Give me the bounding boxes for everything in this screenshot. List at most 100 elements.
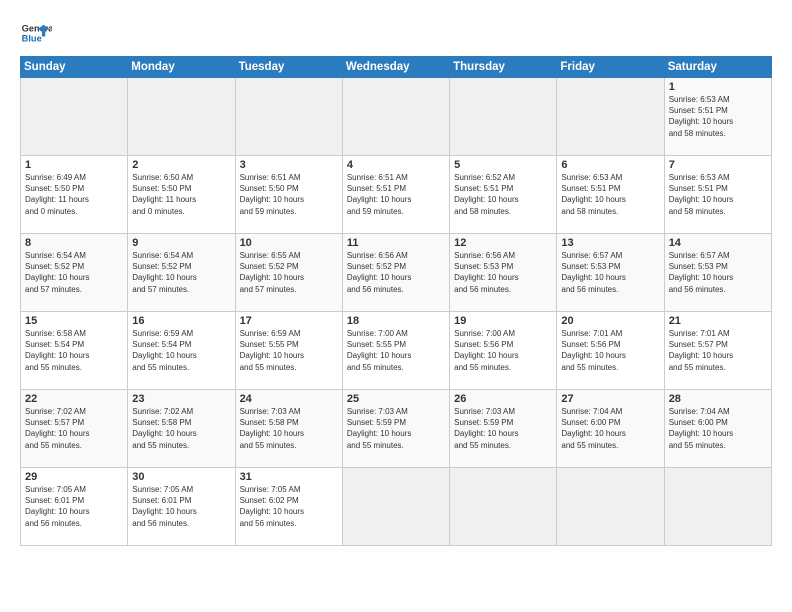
calendar-cell [21, 78, 128, 156]
calendar-cell: 20Sunrise: 7:01 AMSunset: 5:56 PMDayligh… [557, 312, 664, 390]
calendar-cell: 7Sunrise: 6:53 AMSunset: 5:51 PMDaylight… [664, 156, 771, 234]
day-number: 18 [347, 315, 445, 327]
calendar-week-row: 1Sunrise: 6:53 AMSunset: 5:51 PMDaylight… [21, 78, 772, 156]
day-number: 3 [240, 159, 338, 171]
calendar-cell: 13Sunrise: 6:57 AMSunset: 5:53 PMDayligh… [557, 234, 664, 312]
calendar-cell [664, 468, 771, 546]
day-info: Sunrise: 6:49 AMSunset: 5:50 PMDaylight:… [25, 172, 123, 217]
day-number: 31 [240, 471, 338, 483]
day-number: 27 [561, 393, 659, 405]
calendar-cell: 2Sunrise: 6:50 AMSunset: 5:50 PMDaylight… [128, 156, 235, 234]
calendar-cell: 27Sunrise: 7:04 AMSunset: 6:00 PMDayligh… [557, 390, 664, 468]
calendar-body: 1Sunrise: 6:53 AMSunset: 5:51 PMDaylight… [21, 78, 772, 546]
logo-icon: General Blue [20, 18, 52, 50]
logo: General Blue [20, 18, 54, 50]
weekday-header-cell: Thursday [450, 57, 557, 78]
weekday-header-cell: Wednesday [342, 57, 449, 78]
day-number: 21 [669, 315, 767, 327]
calendar-cell: 31Sunrise: 7:05 AMSunset: 6:02 PMDayligh… [235, 468, 342, 546]
day-info: Sunrise: 6:53 AMSunset: 5:51 PMDaylight:… [669, 172, 767, 217]
day-number: 8 [25, 237, 123, 249]
day-number: 1 [25, 159, 123, 171]
calendar-cell: 19Sunrise: 7:00 AMSunset: 5:56 PMDayligh… [450, 312, 557, 390]
day-number: 11 [347, 237, 445, 249]
day-number: 1 [669, 81, 767, 93]
day-number: 13 [561, 237, 659, 249]
calendar-cell: 21Sunrise: 7:01 AMSunset: 5:57 PMDayligh… [664, 312, 771, 390]
day-info: Sunrise: 6:56 AMSunset: 5:53 PMDaylight:… [454, 250, 552, 295]
day-number: 2 [132, 159, 230, 171]
day-number: 6 [561, 159, 659, 171]
weekday-header-cell: Monday [128, 57, 235, 78]
calendar-cell: 9Sunrise: 6:54 AMSunset: 5:52 PMDaylight… [128, 234, 235, 312]
day-number: 4 [347, 159, 445, 171]
day-info: Sunrise: 6:52 AMSunset: 5:51 PMDaylight:… [454, 172, 552, 217]
day-number: 20 [561, 315, 659, 327]
day-info: Sunrise: 7:01 AMSunset: 5:57 PMDaylight:… [669, 328, 767, 373]
day-number: 15 [25, 315, 123, 327]
calendar-cell: 15Sunrise: 6:58 AMSunset: 5:54 PMDayligh… [21, 312, 128, 390]
weekday-header-cell: Friday [557, 57, 664, 78]
calendar-cell: 28Sunrise: 7:04 AMSunset: 6:00 PMDayligh… [664, 390, 771, 468]
calendar-cell: 18Sunrise: 7:00 AMSunset: 5:55 PMDayligh… [342, 312, 449, 390]
calendar-week-row: 8Sunrise: 6:54 AMSunset: 5:52 PMDaylight… [21, 234, 772, 312]
day-number: 7 [669, 159, 767, 171]
day-info: Sunrise: 7:04 AMSunset: 6:00 PMDaylight:… [669, 406, 767, 451]
day-info: Sunrise: 6:58 AMSunset: 5:54 PMDaylight:… [25, 328, 123, 373]
calendar-cell [557, 78, 664, 156]
day-number: 19 [454, 315, 552, 327]
day-info: Sunrise: 7:00 AMSunset: 5:56 PMDaylight:… [454, 328, 552, 373]
weekday-header-cell: Saturday [664, 57, 771, 78]
day-info: Sunrise: 7:03 AMSunset: 5:59 PMDaylight:… [454, 406, 552, 451]
day-info: Sunrise: 7:02 AMSunset: 5:58 PMDaylight:… [132, 406, 230, 451]
day-number: 24 [240, 393, 338, 405]
calendar-cell: 25Sunrise: 7:03 AMSunset: 5:59 PMDayligh… [342, 390, 449, 468]
weekday-header-cell: Tuesday [235, 57, 342, 78]
calendar-cell: 1Sunrise: 6:53 AMSunset: 5:51 PMDaylight… [664, 78, 771, 156]
day-info: Sunrise: 6:53 AMSunset: 5:51 PMDaylight:… [669, 94, 767, 139]
calendar-cell [450, 78, 557, 156]
day-number: 10 [240, 237, 338, 249]
calendar-cell [128, 78, 235, 156]
day-number: 14 [669, 237, 767, 249]
calendar-cell: 30Sunrise: 7:05 AMSunset: 6:01 PMDayligh… [128, 468, 235, 546]
calendar-cell: 11Sunrise: 6:56 AMSunset: 5:52 PMDayligh… [342, 234, 449, 312]
day-number: 30 [132, 471, 230, 483]
calendar-cell: 26Sunrise: 7:03 AMSunset: 5:59 PMDayligh… [450, 390, 557, 468]
calendar-cell: 22Sunrise: 7:02 AMSunset: 5:57 PMDayligh… [21, 390, 128, 468]
day-info: Sunrise: 6:54 AMSunset: 5:52 PMDaylight:… [25, 250, 123, 295]
day-number: 16 [132, 315, 230, 327]
calendar-cell: 3Sunrise: 6:51 AMSunset: 5:50 PMDaylight… [235, 156, 342, 234]
day-number: 23 [132, 393, 230, 405]
day-number: 9 [132, 237, 230, 249]
day-info: Sunrise: 7:03 AMSunset: 5:58 PMDaylight:… [240, 406, 338, 451]
calendar-cell: 17Sunrise: 6:59 AMSunset: 5:55 PMDayligh… [235, 312, 342, 390]
calendar-cell: 10Sunrise: 6:55 AMSunset: 5:52 PMDayligh… [235, 234, 342, 312]
calendar-cell: 16Sunrise: 6:59 AMSunset: 5:54 PMDayligh… [128, 312, 235, 390]
calendar-cell: 8Sunrise: 6:54 AMSunset: 5:52 PMDaylight… [21, 234, 128, 312]
calendar-week-row: 22Sunrise: 7:02 AMSunset: 5:57 PMDayligh… [21, 390, 772, 468]
day-info: Sunrise: 6:59 AMSunset: 5:54 PMDaylight:… [132, 328, 230, 373]
day-info: Sunrise: 6:55 AMSunset: 5:52 PMDaylight:… [240, 250, 338, 295]
day-number: 29 [25, 471, 123, 483]
day-info: Sunrise: 7:02 AMSunset: 5:57 PMDaylight:… [25, 406, 123, 451]
calendar-cell [557, 468, 664, 546]
day-info: Sunrise: 6:51 AMSunset: 5:50 PMDaylight:… [240, 172, 338, 217]
calendar: SundayMondayTuesdayWednesdayThursdayFrid… [20, 56, 772, 546]
calendar-cell: 24Sunrise: 7:03 AMSunset: 5:58 PMDayligh… [235, 390, 342, 468]
calendar-cell [235, 78, 342, 156]
calendar-week-row: 1Sunrise: 6:49 AMSunset: 5:50 PMDaylight… [21, 156, 772, 234]
calendar-week-row: 29Sunrise: 7:05 AMSunset: 6:01 PMDayligh… [21, 468, 772, 546]
day-number: 22 [25, 393, 123, 405]
day-info: Sunrise: 7:05 AMSunset: 6:02 PMDaylight:… [240, 484, 338, 529]
svg-text:Blue: Blue [22, 34, 42, 44]
calendar-cell: 14Sunrise: 6:57 AMSunset: 5:53 PMDayligh… [664, 234, 771, 312]
day-info: Sunrise: 7:05 AMSunset: 6:01 PMDaylight:… [25, 484, 123, 529]
calendar-cell [450, 468, 557, 546]
day-info: Sunrise: 6:54 AMSunset: 5:52 PMDaylight:… [132, 250, 230, 295]
calendar-cell: 23Sunrise: 7:02 AMSunset: 5:58 PMDayligh… [128, 390, 235, 468]
day-info: Sunrise: 6:59 AMSunset: 5:55 PMDaylight:… [240, 328, 338, 373]
day-info: Sunrise: 6:51 AMSunset: 5:51 PMDaylight:… [347, 172, 445, 217]
day-info: Sunrise: 6:53 AMSunset: 5:51 PMDaylight:… [561, 172, 659, 217]
weekday-header: SundayMondayTuesdayWednesdayThursdayFrid… [21, 57, 772, 78]
